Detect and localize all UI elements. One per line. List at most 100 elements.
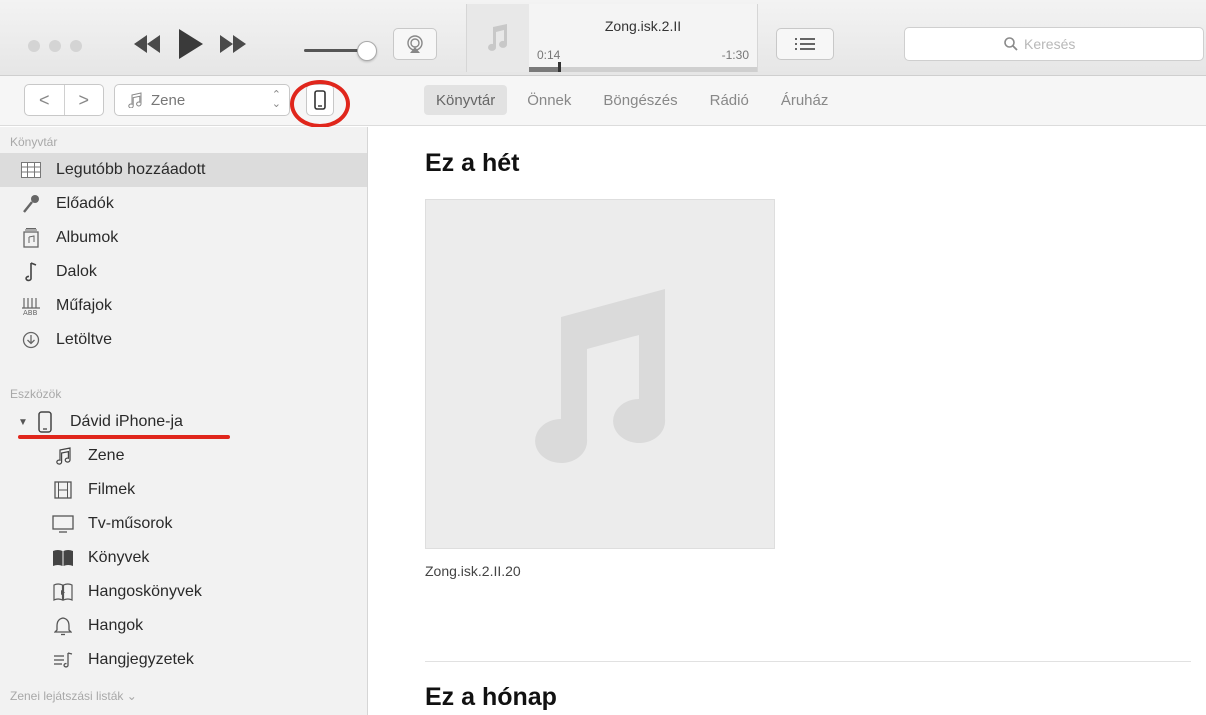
album-icon (20, 227, 42, 249)
music-note-icon (128, 92, 142, 108)
volume-knob[interactable] (356, 41, 377, 61)
airplay-button[interactable] (393, 28, 437, 60)
device-item-label: Filmek (88, 481, 136, 498)
device-item-label: Tv-műsorok (88, 515, 173, 532)
tab-konyvtar[interactable]: Könyvtár (424, 85, 508, 115)
device-item-label: Hangoskönyvek (88, 583, 202, 600)
sidebar-item-letoltve[interactable]: Letöltve (0, 323, 367, 357)
tab-aruhaz[interactable]: Áruház (769, 85, 841, 115)
bell-icon (52, 615, 74, 637)
fast-forward-icon (220, 35, 246, 53)
music-note-icon (488, 24, 508, 51)
device-item-label: Hangjegyzetek (88, 651, 194, 668)
fast-forward-button[interactable] (218, 33, 248, 55)
elapsed-time: 0:14 (537, 48, 561, 62)
sidebar-item-label: Előadók (56, 195, 114, 212)
media-kind-label: Zene (151, 91, 186, 109)
library-tabs: Könyvtár Önnek Böngészés Rádió Áruház (424, 85, 840, 115)
svg-text:ABB: ABB (23, 309, 38, 316)
device-item-label: Zene (88, 447, 125, 464)
sidebar-item-eloadok[interactable]: Előadók (0, 187, 367, 221)
audiobook-icon (52, 581, 74, 603)
now-playing-display: Zong.isk.2.II 0:14 -1:30 (466, 4, 758, 72)
song-title: Zong.isk.2.II (604, 18, 682, 34)
tab-bongeszes[interactable]: Böngészés (591, 85, 689, 115)
sidebar-device-iphone[interactable]: ▼ Dávid iPhone-ja (0, 405, 367, 439)
back-button[interactable]: < (25, 85, 64, 115)
now-playing-artwork (467, 4, 529, 72)
window-controls (28, 40, 82, 52)
device-name: Dávid iPhone-ja (70, 413, 183, 430)
this-week-heading: Ez a hét (425, 149, 520, 177)
sidebar-item-dalok[interactable]: Dalok (0, 255, 367, 289)
voice-memo-icon (52, 649, 74, 671)
device-item-label: Könyvek (88, 549, 150, 566)
microphone-icon (20, 193, 42, 215)
minimize-window-button[interactable] (49, 40, 61, 52)
device-item-hangok[interactable]: Hangok (0, 609, 367, 643)
device-item-zene[interactable]: Zene (0, 439, 367, 473)
device-content-list: Zene Filmek Tv-műsorok Könyvek Hangoskönyvek… (0, 439, 367, 677)
sidebar: Könyvtár Legutóbb hozzáadott Előadók Album… (0, 127, 368, 715)
media-kind-selector[interactable]: Zene ⌃ ⌄ (114, 84, 290, 116)
list-icon (795, 38, 815, 50)
album-title[interactable]: Zong.isk.2.II.20 (425, 563, 521, 579)
download-icon (20, 329, 42, 351)
sidebar-item-label: Legutóbb hozzáadott (56, 161, 206, 178)
note-icon (20, 261, 42, 283)
book-icon (52, 547, 74, 569)
sidebar-item-label: Letöltve (56, 331, 113, 348)
search-input[interactable] (1024, 36, 1104, 52)
music-note-icon (52, 445, 74, 467)
device-item-tv-musorok[interactable]: Tv-műsorok (0, 507, 367, 541)
playlists-section-header[interactable]: Zenei lejátszási listák ⌄ (0, 677, 367, 707)
chevron-updown-icon: ⌃ ⌄ (271, 89, 281, 110)
remaining-time: -1:30 (721, 48, 749, 62)
playback-progress-bar[interactable] (529, 62, 757, 72)
navigation-toolbar: < > Zene ⌃ ⌄ Könyvtár Önnek Böngészés Rádió Á… (0, 76, 1206, 126)
up-next-button[interactable] (776, 28, 834, 60)
grid-icon (20, 159, 42, 181)
sidebar-item-label: Műfajok (56, 297, 113, 314)
sidebar-item-label: Albumok (56, 229, 119, 246)
iphone-icon (34, 411, 56, 433)
tab-radio[interactable]: Rádió (698, 85, 761, 115)
transport-controls (132, 28, 248, 60)
sidebar-item-legutobb-hozzaadott[interactable]: Legutóbb hozzáadott (0, 153, 367, 187)
device-item-konyvek[interactable]: Könyvek (0, 541, 367, 575)
genre-icon: ABB (20, 295, 42, 317)
iphone-icon (314, 90, 326, 110)
device-item-hangjegyzetek[interactable]: Hangjegyzetek (0, 643, 367, 677)
history-navigation: < > (24, 84, 104, 116)
search-icon (1004, 37, 1018, 51)
disclosure-triangle-icon[interactable]: ▼ (18, 417, 28, 428)
tab-onnek[interactable]: Önnek (515, 85, 583, 115)
film-icon (52, 479, 74, 501)
play-icon (179, 29, 203, 59)
volume-slider[interactable] (304, 40, 377, 62)
section-divider (425, 661, 1191, 662)
zoom-window-button[interactable] (70, 40, 82, 52)
device-item-label: Hangok (88, 617, 144, 634)
library-section-header: Könyvtár (10, 135, 58, 149)
tv-icon (52, 513, 74, 535)
play-button[interactable] (176, 28, 204, 60)
playback-progress-fill (529, 67, 559, 72)
device-item-hangoskonyvek[interactable]: Hangoskönyvek (0, 575, 367, 609)
album-artwork[interactable] (425, 199, 775, 549)
search-box[interactable] (904, 27, 1204, 61)
main-content: Ez a hét Zong.isk.2.II.20 Ez a hónap (369, 127, 1206, 715)
device-button[interactable] (306, 84, 334, 116)
airplay-icon (407, 35, 423, 53)
title-bar: Zong.isk.2.II 0:14 -1:30 (0, 0, 1206, 76)
forward-button[interactable]: > (63, 85, 104, 115)
device-item-filmek[interactable]: Filmek (0, 473, 367, 507)
annotation-underline (18, 435, 230, 439)
devices-section-header: Eszközök (10, 387, 62, 401)
sidebar-item-albumok[interactable]: Albumok (0, 221, 367, 255)
library-list: Legutóbb hozzáadott Előadók Albumok Dalok AB… (0, 153, 367, 357)
playback-scrubber[interactable] (557, 62, 561, 72)
rewind-button[interactable] (132, 33, 162, 55)
close-window-button[interactable] (28, 40, 40, 52)
sidebar-item-mufajok[interactable]: ABB Műfajok (0, 289, 367, 323)
